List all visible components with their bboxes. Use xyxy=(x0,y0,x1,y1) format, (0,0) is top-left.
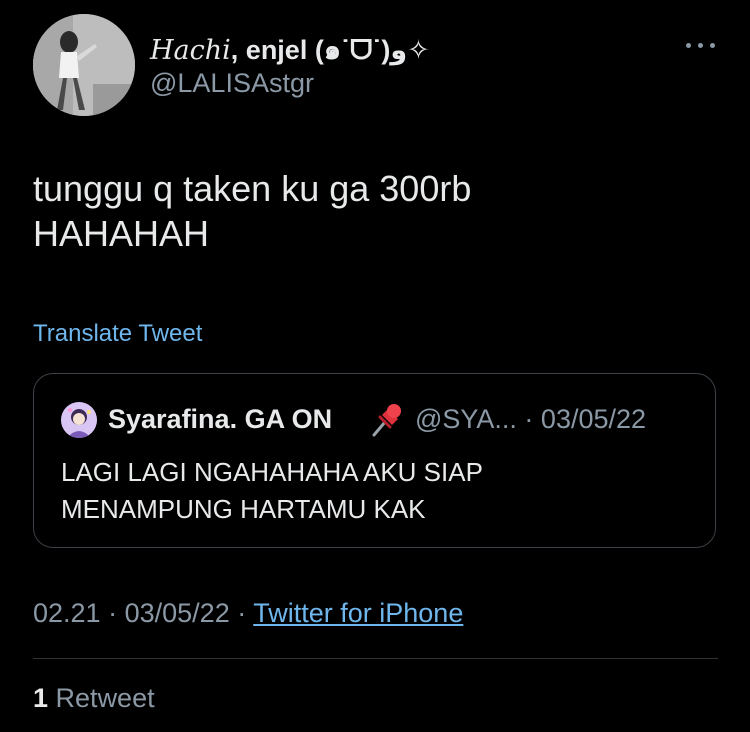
divider xyxy=(33,658,718,659)
pushpin-icon xyxy=(368,401,406,439)
meta-separator: · xyxy=(108,598,118,628)
translate-tweet-link[interactable]: Translate Tweet xyxy=(33,320,202,348)
author-display-name-rest: , enjel (๑˙ᗜ˙)و✧ xyxy=(230,35,430,65)
quoted-text-line: LAGI LAGI NGAHAHAHA AKU SIAP xyxy=(61,457,483,487)
quoted-avatar-photo-icon xyxy=(61,402,97,438)
author-display-name[interactable]: 𝐻𝑎𝑐ℎ𝑖, enjel (๑˙ᗜ˙)و✧ xyxy=(150,28,430,71)
tweet-text-line: HAHAHAH xyxy=(33,213,210,254)
quoted-author-name: Syarafina. GA ON xyxy=(108,404,333,434)
tweet-detail: 𝐻𝑎𝑐ℎ𝑖, enjel (๑˙ᗜ˙)و✧ @LALISAstgr tunggu… xyxy=(0,0,750,732)
retweet-count: 1 xyxy=(33,683,49,713)
meta-separator: · xyxy=(237,598,247,628)
tweet-source-link[interactable]: Twitter for iPhone xyxy=(253,598,463,628)
retweet-label: Retweet xyxy=(55,683,155,713)
author-display-name-stylized: 𝐻𝑎𝑐ℎ𝑖 xyxy=(150,35,231,66)
author-avatar[interactable] xyxy=(33,14,135,116)
tweet-date: 03/05/22 xyxy=(124,598,230,628)
quoted-tweet-card[interactable]: Syarafina. GA ON @SYA... · 03/05/22 LAGI… xyxy=(33,373,716,548)
retweets-stat[interactable]: 1 Retweet xyxy=(33,683,155,714)
more-options-icon[interactable] xyxy=(684,38,718,52)
tweet-metadata: 02.21 · 03/05/22 · Twitter for iPhone xyxy=(33,598,463,629)
quoted-handle-and-date: @SYA... · 03/05/22 xyxy=(415,404,647,434)
avatar-photo-icon xyxy=(33,14,135,116)
tweet-text: tunggu q taken ku ga 300rb HAHAHAH xyxy=(33,166,713,256)
tweet-text-line: tunggu q taken ku ga 300rb xyxy=(33,168,472,209)
quoted-text-line: MENAMPUNG HARTAMU KAK xyxy=(61,494,426,524)
quoted-author-avatar xyxy=(61,402,97,438)
author-handle[interactable]: @LALISAstgr xyxy=(150,68,314,99)
quoted-tweet-text: LAGI LAGI NGAHAHAHA AKU SIAP MENAMPUNG H… xyxy=(61,454,681,528)
tweet-time: 02.21 xyxy=(33,598,101,628)
